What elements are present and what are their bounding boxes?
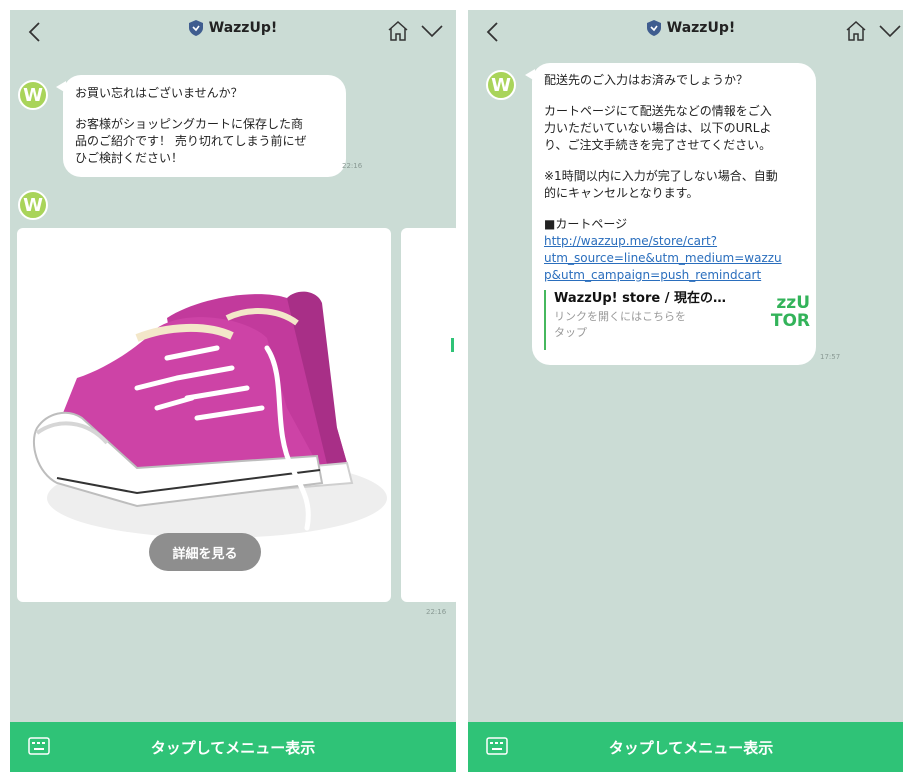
shield-icon	[188, 20, 203, 36]
avatar-letter: W	[23, 84, 43, 106]
avatar[interactable]: W	[486, 70, 516, 100]
avatar[interactable]: W	[18, 190, 48, 220]
message-line: 的にキャンセルとなります。	[544, 186, 699, 200]
avatar-letter: W	[23, 194, 43, 216]
preview-desc-line: タップ	[554, 326, 587, 339]
chat-header: WazzUp!	[468, 10, 903, 54]
chat-screen-right: WazzUp! W 配送先のご入力はお済みでしょうか？ カートページにて配送先な…	[468, 10, 903, 772]
chevron-down-icon[interactable]	[420, 22, 444, 40]
next-product-card[interactable]	[401, 228, 456, 602]
bubble-tail	[56, 81, 66, 93]
message-line: 配送先のご入力はお済みでしょうか？	[544, 73, 749, 87]
shield-icon	[646, 20, 661, 36]
message-line: ※1時間以内に入力が完了しない場合、自動	[544, 169, 778, 183]
message-line: 力いただいていない場合は、以下のURLよ	[544, 121, 772, 135]
preview-thumbnail: zzU TOR	[770, 294, 810, 334]
message-line: ■カートページ	[544, 217, 628, 231]
preview-title: WazzUp! store / 現在の…	[554, 291, 727, 306]
cart-link[interactable]: p&utm_campaign=push_remindcart	[544, 267, 804, 284]
thumbnail-text: zzU	[776, 294, 810, 313]
message-line: お買い忘れはございませんか？	[75, 86, 243, 100]
message-bubble: 配送先のご入力はお済みでしょうか？ カートページにて配送先などの情報をご入 力い…	[525, 63, 816, 365]
avatar-letter: W	[491, 74, 511, 96]
menu-label: タップしてメニュー表示	[608, 739, 774, 757]
link-preview[interactable]: WazzUp! store / 現在の… リンクを開くにはこちらを タップ zz…	[544, 290, 810, 350]
message-line: り、ご注文手続きを完了させてください。	[544, 138, 772, 152]
message-time: 17:57	[820, 353, 841, 361]
chat-header: WazzUp!	[10, 10, 456, 54]
message-line: ひご検討ください！	[75, 151, 184, 165]
card-edge-mark	[451, 338, 454, 352]
message-bubble: お買い忘れはございませんか？ お客様がショッピングカートに保存した商 品のご紹介…	[56, 75, 346, 177]
cart-link[interactable]: utm_source=line&utm_medium=wazzu	[544, 250, 804, 267]
menu-label: タップしてメニュー表示	[150, 739, 316, 757]
chat-title: WazzUp!	[208, 20, 278, 36]
bubble-tail	[525, 69, 535, 81]
rich-menu-bar[interactable]: タップしてメニュー表示	[468, 722, 903, 772]
message-time: 22:16	[342, 162, 363, 170]
cart-link[interactable]: http://wazzup.me/store/cart?	[544, 233, 804, 250]
detail-button[interactable]: 詳細を見る	[149, 533, 261, 571]
home-icon[interactable]	[844, 19, 868, 43]
message-line: お客様がショッピングカートに保存した商	[75, 117, 304, 131]
message-time: 22:16	[426, 608, 447, 616]
thumbnail-text: TOR	[770, 311, 810, 331]
detail-button-label: 詳細を見る	[172, 546, 238, 562]
chat-screen-left: WazzUp! W お買い忘れはございませんか？ お客様がショッピングカートに保…	[10, 10, 456, 772]
message-line: 品のご紹介です！ 売り切れてしまう前にぜ	[75, 134, 307, 148]
preview-description: リンクを開くにはこちらを タップ	[554, 309, 704, 341]
chevron-down-icon[interactable]	[878, 22, 902, 40]
message-line: カートページにて配送先などの情報をご入	[544, 104, 772, 118]
avatar[interactable]: W	[18, 80, 48, 110]
home-icon[interactable]	[386, 19, 410, 43]
chat-title: WazzUp!	[666, 20, 736, 36]
product-card[interactable]: 詳細を見る	[17, 228, 391, 602]
preview-desc-line: リンクを開くにはこちらを	[554, 310, 686, 323]
rich-menu-bar[interactable]: タップしてメニュー表示	[10, 722, 456, 772]
